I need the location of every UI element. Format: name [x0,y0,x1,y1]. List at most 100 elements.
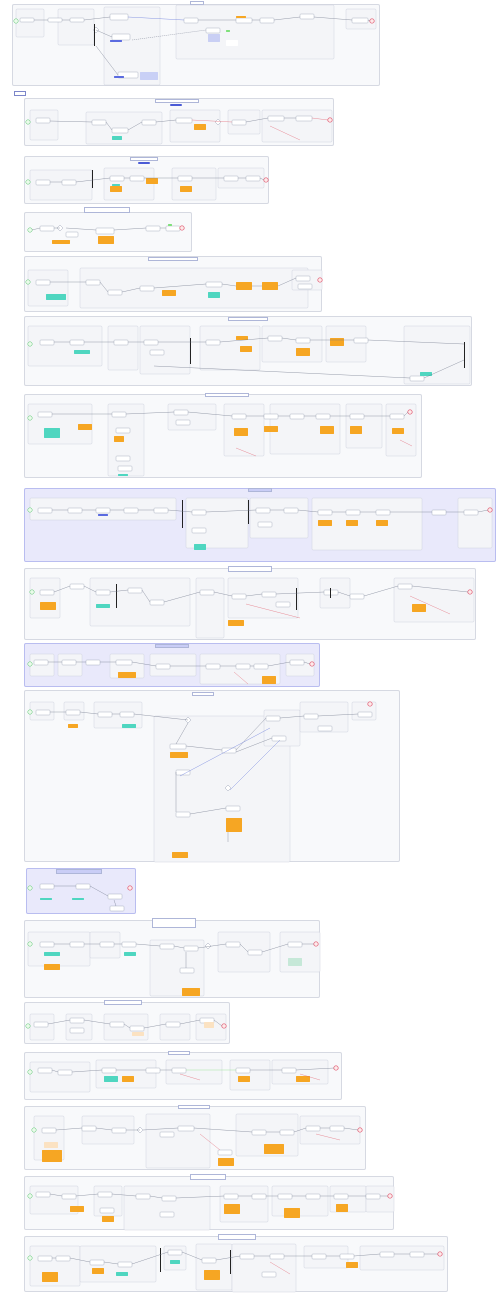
sync-bar-239 [182,500,183,528]
note-155 [240,346,252,352]
note-152 [296,348,310,356]
task-342 [271,735,287,742]
end-event-350 [367,701,373,707]
task-228 [257,521,273,528]
task-514 [277,1193,293,1200]
sync-bar-561 [230,1250,231,1274]
note-370 [40,898,52,900]
note-515 [284,1208,300,1218]
note-518 [336,1204,348,1212]
note-24 [226,30,230,32]
flow-378 [113,899,117,907]
note-541 [42,1272,58,1282]
task-76 [129,175,145,182]
task-156 [409,375,425,382]
task-341 [265,715,281,722]
note-507 [102,1216,114,1222]
note-15 [114,76,124,78]
start-event-384 [27,941,33,947]
note-25 [208,34,220,42]
task-309 [253,663,269,670]
task-517 [333,1193,349,1200]
note-276 [412,604,426,612]
task-55 [267,115,285,122]
task-422 [129,1025,145,1032]
task-47 [35,117,51,124]
task-332 [65,709,81,716]
task-474 [217,1149,233,1156]
note-115 [46,294,66,300]
task-188 [175,419,191,426]
note-197 [350,426,362,434]
task-221 [123,507,139,514]
task-261 [39,589,55,596]
task-441 [57,1069,73,1076]
task-181 [111,411,127,418]
note-443 [104,1076,118,1082]
note-399 [288,958,302,966]
task-150 [267,335,283,342]
sync-bar-85 [92,170,93,188]
task-343 [175,811,191,818]
task-421 [109,1021,125,1028]
note-180 [78,424,92,430]
task-19 [205,27,221,34]
task-146 [143,339,159,346]
task-154 [353,337,369,344]
task-22 [299,13,315,20]
note-345 [226,818,242,832]
lane-135 [107,325,139,371]
task-511 [223,1193,239,1200]
end-event-238 [487,507,493,513]
lane-group [15,4,493,1293]
task-237 [463,509,479,516]
sync-bar-240 [248,500,249,524]
task-554 [311,1253,327,1260]
task-187 [173,409,189,416]
task-268 [199,589,215,596]
task-145 [113,339,129,346]
task-419 [69,1017,85,1024]
lane-213 [185,497,249,549]
end-event-102 [179,225,185,231]
task-445 [145,1067,161,1074]
task-545 [117,1261,133,1268]
task-194 [315,413,331,420]
task-397 [247,949,263,956]
task-229 [283,507,299,514]
task-21 [259,17,275,24]
flow-104 [31,227,41,231]
task-94 [39,225,55,232]
lane-463 [145,1113,211,1169]
note-121 [208,292,220,298]
task-334 [97,711,113,718]
note-183 [114,436,124,442]
lane-41 [29,109,59,141]
task-388 [69,941,85,948]
task-337 [169,743,187,750]
task-48 [91,119,107,126]
end-event-520 [387,1193,393,1199]
task-20 [235,17,253,24]
task-73 [35,179,51,186]
lane-254 [29,577,61,619]
task-340 [221,747,237,754]
task-147 [149,349,165,356]
note-265 [96,604,110,608]
note-223 [98,514,108,516]
task-263 [69,583,85,590]
task-224 [191,509,207,516]
start-event-46 [25,119,31,125]
lane-379 [27,931,91,967]
end-event-58 [327,117,333,123]
sync-bar-159 [464,342,465,368]
task-236 [431,509,447,516]
lane-434 [29,1061,91,1093]
lane-536 [231,1243,297,1293]
note-504 [70,1206,84,1212]
task-510 [159,1211,175,1218]
note-231 [318,520,332,526]
sync-bar-280 [330,588,331,598]
task-440 [37,1067,53,1074]
task-196 [349,413,365,420]
